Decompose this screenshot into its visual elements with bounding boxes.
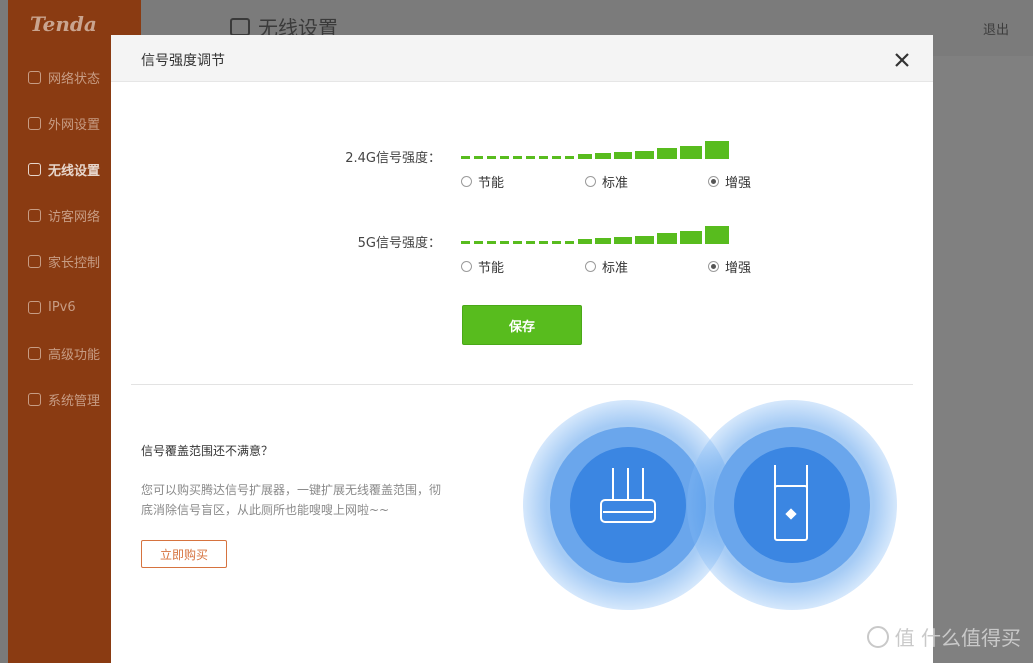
signal-bar <box>565 156 574 159</box>
network-icon <box>28 116 41 130</box>
signal-bar <box>526 156 535 159</box>
option-label: 标准 <box>602 176 629 191</box>
signal-24g-option-standard[interactable]: 标准 <box>585 172 628 191</box>
signal-bar <box>461 241 470 244</box>
sidebar-item-label: 系统管理 <box>48 393 101 409</box>
signal-bar <box>539 156 548 159</box>
sidebar-item-wireless-settings[interactable]: 无线设置 <box>28 159 100 179</box>
sidebar-item-label: 家长控制 <box>48 255 101 271</box>
sidebar-item-label: 访客网络 <box>48 209 101 225</box>
extender-icon <box>774 465 808 541</box>
signal-bar <box>474 241 483 244</box>
sidebar-item-ipv6[interactable]: IPv6 <box>28 297 76 317</box>
globe-icon <box>28 70 41 84</box>
radio-button[interactable] <box>585 261 596 272</box>
signal-bar <box>565 241 574 244</box>
signal-bar <box>552 241 561 244</box>
signal-bar <box>680 231 702 244</box>
radio-button-selected[interactable] <box>708 261 719 272</box>
dialog-header: 信号强度调节 <box>111 35 933 82</box>
signal-bar <box>552 156 561 159</box>
signal-24g-option-enhanced[interactable]: 增强 <box>708 172 751 191</box>
signal-24g-label: 2.4G信号强度： <box>345 151 441 166</box>
sidebar-item-label: 无线设置 <box>48 163 101 179</box>
dialog-title: 信号强度调节 <box>141 53 225 69</box>
signal-bar <box>500 156 509 159</box>
grid-icon <box>28 346 41 360</box>
radio-button-selected[interactable] <box>708 176 719 187</box>
signal-bar <box>614 152 632 159</box>
signal-bar <box>595 153 611 159</box>
signal-bar <box>474 156 483 159</box>
promo-question: 信号覆盖范围还不满意？ <box>141 444 274 458</box>
guest-icon <box>28 208 41 222</box>
radio-button[interactable] <box>461 261 472 272</box>
sidebar-item-advanced[interactable]: 高级功能 <box>28 343 100 363</box>
sidebar-item-label: IPv6 <box>48 299 76 315</box>
sidebar-item-parental-control[interactable]: 家长控制 <box>28 251 100 271</box>
signal-bar <box>513 156 522 159</box>
signal-5g-option-enhanced[interactable]: 增强 <box>708 257 751 276</box>
radio-button[interactable] <box>461 176 472 187</box>
signal-bar <box>578 239 592 244</box>
option-label: 节能 <box>478 261 505 276</box>
sidebar-item-network-status[interactable]: 网络状态 <box>28 67 100 87</box>
close-icon[interactable] <box>893 51 911 69</box>
signal-bar <box>705 141 729 159</box>
parental-icon <box>28 254 41 268</box>
signal-bar <box>657 233 677 244</box>
buy-now-button[interactable]: 立即购买 <box>141 540 227 568</box>
tenda-logo: Tenda <box>30 12 97 36</box>
signal-bar <box>526 241 535 244</box>
option-label: 标准 <box>602 261 629 276</box>
save-button[interactable]: 保存 <box>462 305 582 345</box>
sidebar-item-label: 高级功能 <box>48 347 101 363</box>
signal-24g-option-save[interactable]: 节能 <box>461 172 504 191</box>
signal-bar <box>595 238 611 244</box>
option-label: 增强 <box>725 261 752 276</box>
signal-bar <box>487 241 496 244</box>
signal-5g-label: 5G信号强度： <box>357 236 441 251</box>
sidebar-item-system[interactable]: 系统管理 <box>28 389 100 409</box>
signal-bar <box>635 151 654 159</box>
signal-bar <box>500 241 509 244</box>
signal-bar <box>614 237 632 244</box>
signal-bar <box>657 148 677 159</box>
signal-bar <box>680 146 702 159</box>
watermark: 值 什么值得买 <box>866 622 1021 651</box>
signal-bar <box>513 241 522 244</box>
sidebar-item-label: 网络状态 <box>48 71 101 87</box>
logout-link[interactable]: 退出 <box>983 19 1009 38</box>
promo-description: 您可以购买腾达信号扩展器，一键扩展无线覆盖范围，彻底消除信号盲区，从此厕所也能嗖… <box>141 483 442 517</box>
sidebar-item-wan-settings[interactable]: 外网设置 <box>28 113 100 133</box>
signal-bar <box>461 156 470 159</box>
signal-5g-option-standard[interactable]: 标准 <box>585 257 628 276</box>
signal-bar <box>705 226 729 244</box>
option-label: 节能 <box>478 176 505 191</box>
signal-strength-dialog: 信号强度调节 2.4G信号强度： 节能 标准 增强 5G信号强度： 节能 标准 … <box>111 35 933 663</box>
sidebar-item-label: 外网设置 <box>48 117 101 133</box>
ipv6-icon <box>28 300 41 314</box>
watermark-logo-icon <box>866 625 889 648</box>
settings-icon <box>28 392 41 406</box>
signal-bar <box>487 156 496 159</box>
divider <box>131 384 913 385</box>
watermark-text: 值 什么值得买 <box>894 626 1021 650</box>
signal-bar <box>578 154 592 159</box>
wifi-icon <box>230 17 250 36</box>
signal-bar <box>635 236 654 244</box>
signal-5g-option-save[interactable]: 节能 <box>461 257 504 276</box>
option-label: 增强 <box>725 176 752 191</box>
extender-illustration <box>687 400 897 610</box>
signal-bar <box>539 241 548 244</box>
sidebar-item-guest-network[interactable]: 访客网络 <box>28 205 100 225</box>
radio-button[interactable] <box>585 176 596 187</box>
wifi-icon <box>28 162 41 176</box>
